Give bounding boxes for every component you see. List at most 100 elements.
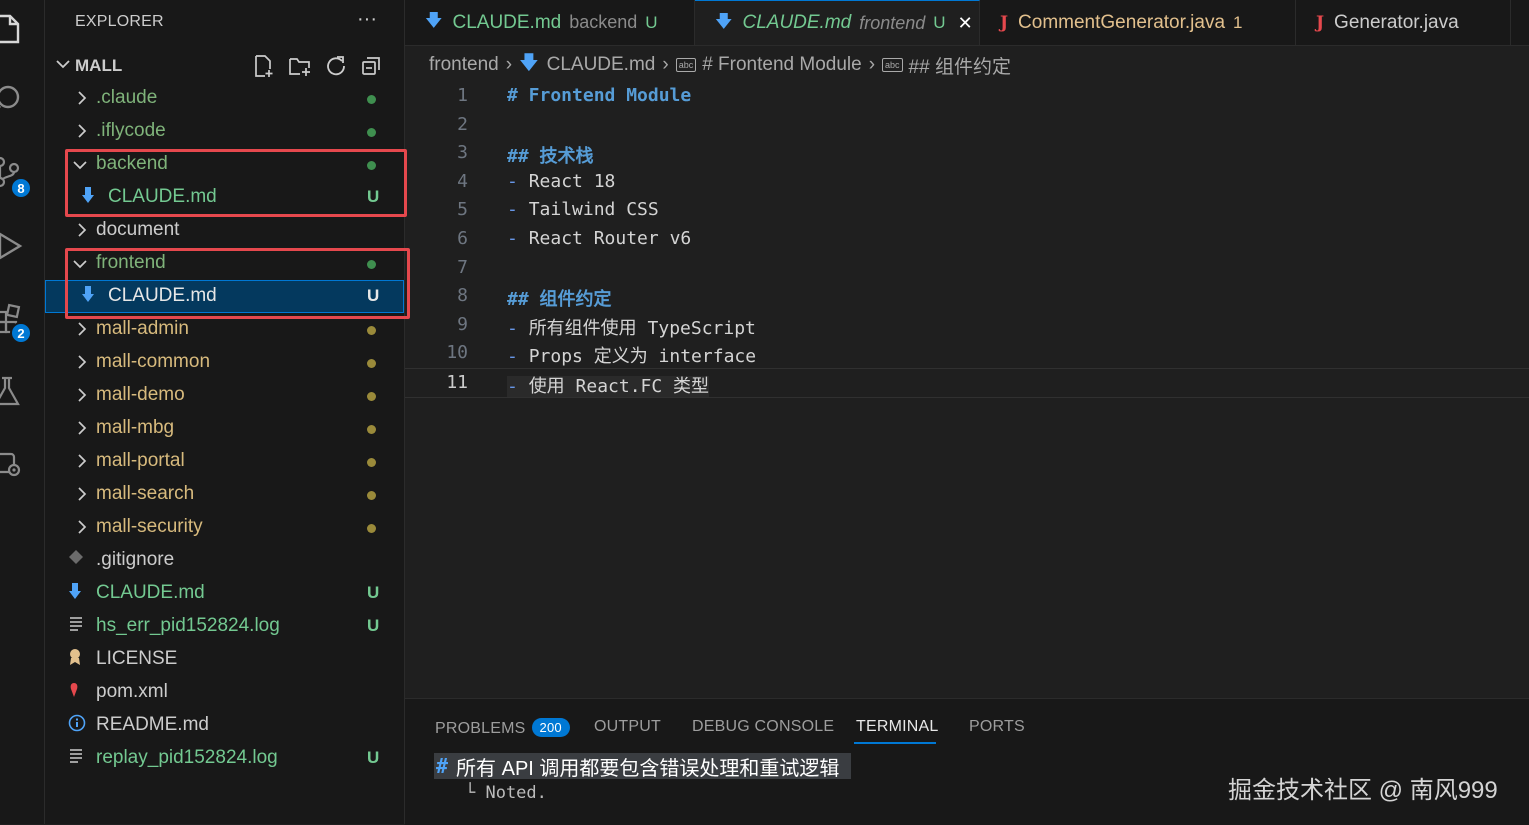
close-icon[interactable]: ✕ xyxy=(958,13,973,34)
line-number: 6 xyxy=(457,228,468,249)
download-arrow-icon: 🡇 xyxy=(715,11,733,31)
code-line[interactable]: 1 # Frontend Module xyxy=(405,82,1529,110)
tab-comment-generator[interactable]: J CommentGenerator.java 1 xyxy=(980,0,1296,45)
file-row[interactable]: hs_err_pid152824.log U xyxy=(45,610,404,643)
chevron-right-icon: › xyxy=(505,54,513,75)
breadcrumb-file[interactable]: CLAUDE.md xyxy=(547,54,656,76)
code-line[interactable]: 9 - 所有组件使用 TypeScript xyxy=(405,311,1529,339)
remote-settings-icon[interactable] xyxy=(0,444,44,484)
file-row[interactable]: CLAUDE.md U xyxy=(45,181,404,214)
chevron-right-icon xyxy=(75,321,89,343)
string-symbol-icon: abc xyxy=(675,58,697,72)
tree-item-label: README.md xyxy=(96,714,209,735)
tree-item-label: .gitignore xyxy=(96,549,175,570)
tab-ports[interactable]: PORTS xyxy=(969,718,1025,736)
status-dot xyxy=(367,95,376,104)
code-line[interactable]: 7 xyxy=(405,254,1529,282)
line-number: 7 xyxy=(457,256,468,278)
tab-claude-frontend[interactable]: 🡇 CLAUDE.md frontend U ✕ xyxy=(695,0,980,45)
bullet-text: Tailwind CSS xyxy=(528,199,659,221)
collapse-all-icon[interactable] xyxy=(359,53,385,79)
folder-row[interactable]: mall-common xyxy=(45,346,404,379)
folder-row[interactable]: mall-mbg xyxy=(45,412,404,445)
tab-terminal[interactable]: TERMINAL xyxy=(856,718,939,736)
chevron-right-icon: › xyxy=(662,54,669,75)
tab-generator[interactable]: J Generator.java xyxy=(1296,0,1511,45)
code-line[interactable]: 6 - React Router v6 xyxy=(405,225,1529,253)
code-line[interactable]: 5 - Tailwind CSS xyxy=(405,196,1529,224)
line-number: 9 xyxy=(457,313,468,335)
status-dot xyxy=(367,392,376,401)
git-status-badge: U xyxy=(367,583,380,602)
download-arrow-icon: 🡇 xyxy=(519,53,539,74)
testing-flask-icon[interactable] xyxy=(0,372,44,412)
folder-row[interactable]: document xyxy=(45,214,404,247)
java-icon: J xyxy=(1316,12,1325,33)
status-dot xyxy=(367,524,376,533)
code-line[interactable]: 4 - React 18 xyxy=(405,168,1529,196)
file-row[interactable]: README.md xyxy=(45,709,404,742)
bottom-panel: PROBLEMS 200 OUTPUT DEBUG CONSOLE TERMINA… xyxy=(405,698,1529,825)
breadcrumb-subsection[interactable]: ## 组件约定 xyxy=(909,52,1011,79)
run-debug-icon[interactable] xyxy=(0,226,44,266)
tree-item-label: document xyxy=(96,219,180,240)
status-dot xyxy=(367,425,376,434)
tab-debug-console[interactable]: DEBUG CONSOLE xyxy=(692,718,834,736)
file-row[interactable]: CLAUDE.md U xyxy=(45,577,404,610)
status-dot xyxy=(367,161,376,170)
breadcrumb-section[interactable]: # Frontend Module xyxy=(702,54,862,76)
status-dot xyxy=(367,326,376,335)
file-row[interactable]: pom.xml xyxy=(45,676,404,709)
tab-problems[interactable]: PROBLEMS 200 xyxy=(435,718,570,738)
file-row[interactable]: .gitignore xyxy=(45,544,404,577)
tab-label: CLAUDE.md xyxy=(742,12,852,33)
code-line[interactable]: 8 ## 组件约定 xyxy=(405,282,1529,310)
line-number: 4 xyxy=(457,170,468,192)
code-line[interactable]: 3 ## 技术栈 xyxy=(405,139,1529,167)
markdown-arrow-icon xyxy=(81,285,95,308)
tab-sublabel: frontend xyxy=(859,12,926,33)
file-row[interactable]: replay_pid152824.log U xyxy=(45,742,404,775)
folder-row[interactable]: .iflycode xyxy=(45,115,404,148)
code-editor[interactable]: 1 # Frontend Module 2 3 ## 技术栈 4 - React 18 5 - … xyxy=(405,82,1529,697)
folder-row[interactable]: frontend xyxy=(45,247,404,280)
folder-row[interactable]: mall-search xyxy=(45,478,404,511)
folder-row[interactable]: mall-portal xyxy=(45,445,404,478)
code-line[interactable]: 2 xyxy=(405,111,1529,139)
tree-item-label: mall-common xyxy=(96,351,211,372)
search-icon[interactable] xyxy=(0,80,44,120)
new-file-icon[interactable] xyxy=(251,53,277,79)
tab-label: CommentGenerator.java xyxy=(1018,11,1226,33)
tree-item-label: mall-demo xyxy=(96,384,185,405)
code-line[interactable]: 10 - Props 定义为 interface xyxy=(405,339,1529,367)
refresh-icon[interactable] xyxy=(323,53,349,79)
bullet-dash: - xyxy=(507,170,529,192)
more-actions-icon[interactable]: ··· xyxy=(357,8,377,31)
tab-claude-backend[interactable]: 🡇 CLAUDE.md backend U xyxy=(405,0,695,45)
extensions-badge: 2 xyxy=(10,322,32,344)
line-number: 3 xyxy=(457,142,468,164)
chevron-right-icon xyxy=(75,90,89,112)
breadcrumb-folder[interactable]: frontend xyxy=(429,54,499,76)
code-line[interactable]: 11 - 使用 React.FC 类型 xyxy=(405,368,1529,398)
folder-row[interactable]: backend xyxy=(45,148,404,181)
files-icon[interactable] xyxy=(0,10,44,50)
workspace-root[interactable]: MALL xyxy=(45,49,404,82)
chevron-right-icon: › xyxy=(868,54,876,75)
new-folder-icon[interactable] xyxy=(287,53,313,79)
git-diamond-icon xyxy=(68,549,84,570)
bullet-text: 所有组件使用 TypeScript xyxy=(528,317,756,339)
tab-sublabel: backend xyxy=(569,12,638,32)
tree-item-label: pom.xml xyxy=(96,681,168,702)
bullet-text: React Router v6 xyxy=(528,228,692,249)
heading-text: ## 组件约定 xyxy=(507,289,612,311)
line-number: 5 xyxy=(457,199,468,221)
file-row[interactable]: CLAUDE.md U xyxy=(45,280,404,313)
folder-row[interactable]: mall-security xyxy=(45,511,404,544)
folder-row[interactable]: mall-demo xyxy=(45,379,404,412)
xml-pin-icon xyxy=(68,681,80,704)
tab-output[interactable]: OUTPUT xyxy=(594,718,661,736)
folder-row[interactable]: .claude xyxy=(45,82,404,115)
folder-row[interactable]: mall-admin xyxy=(45,313,404,346)
file-row[interactable]: LICENSE xyxy=(45,643,404,676)
